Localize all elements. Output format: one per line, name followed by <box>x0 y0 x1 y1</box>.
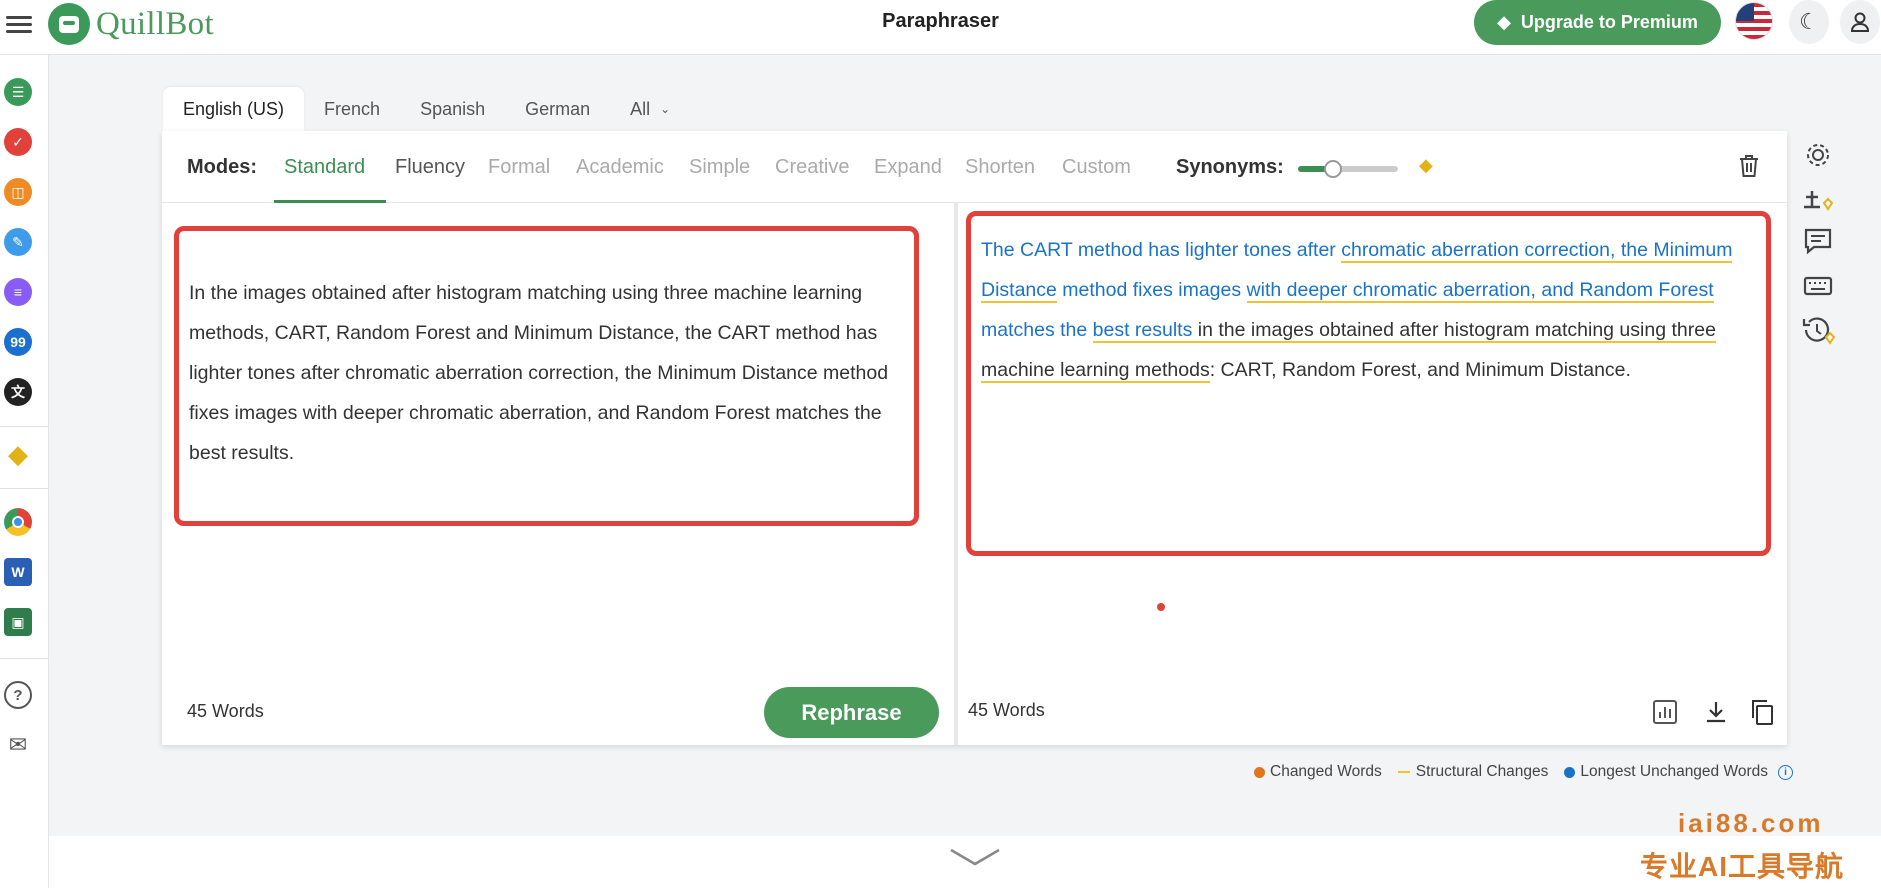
chevron-down-icon[interactable] <box>949 846 1001 870</box>
plagiarism-checker-icon[interactable]: ◫ <box>4 178 32 206</box>
menu-icon[interactable] <box>6 12 32 34</box>
moon-icon: ☾ <box>1799 9 1819 34</box>
feedback-icon[interactable] <box>1800 223 1836 259</box>
legend-structural-changes: Structural Changes <box>1397 763 1549 781</box>
output-segment[interactable]: with deeper chromatic aberration, and Ra… <box>1246 279 1714 303</box>
yellow-line-icon <box>1397 771 1410 773</box>
word-addin-icon[interactable]: W <box>4 558 32 586</box>
account-button[interactable] <box>1840 0 1880 44</box>
mode-simple[interactable]: Simple <box>689 156 750 179</box>
watermark-url: iai88.com <box>1678 808 1824 838</box>
brand-name: QuillBot <box>96 5 214 42</box>
summarizer-icon[interactable]: ≡ <box>4 278 32 306</box>
upgrade-label: Upgrade to Premium <box>1520 12 1698 32</box>
output-segment[interactable]: : CART, Random Forest, and Minimum Dista… <box>1210 359 1631 381</box>
keyboard-icon[interactable] <box>1800 268 1836 304</box>
mode-formal[interactable]: Formal <box>488 156 550 179</box>
all-languages-label: All <box>630 98 651 119</box>
mode-academic[interactable]: Academic <box>576 156 664 179</box>
upgrade-to-premium-button[interactable]: ◆ Upgrade to Premium <box>1474 0 1721 45</box>
output-segment[interactable]: The CART method has lighter tones after <box>981 239 1341 261</box>
output-segment[interactable]: method fixes images <box>1057 279 1247 301</box>
statistics-icon[interactable] <box>1651 698 1679 726</box>
rail-divider <box>0 488 49 489</box>
desktop-app-icon[interactable]: ▣ <box>4 608 32 636</box>
info-icon[interactable]: i <box>1777 764 1793 780</box>
language-tabs: English (US) French Spanish German All ⌄ <box>163 87 690 131</box>
output-legend: Changed Words Structural Changes Longest… <box>1254 763 1793 781</box>
legend-structural-label: Structural Changes <box>1415 763 1549 780</box>
output-segment[interactable]: matches the <box>981 319 1093 341</box>
us-flag-icon[interactable] <box>1735 2 1773 40</box>
translator-icon[interactable]: 文 <box>4 378 32 406</box>
rephrase-button[interactable]: Rephrase <box>764 687 939 738</box>
chevron-down-icon: ⌄ <box>660 102 671 116</box>
history-icon[interactable] <box>1800 313 1836 349</box>
tab-english-us[interactable]: English (US) <box>163 87 305 131</box>
blue-dot-icon <box>1564 766 1576 778</box>
tab-german[interactable]: German <box>505 87 610 131</box>
mode-fluency[interactable]: Fluency <box>395 156 465 179</box>
mail-icon[interactable]: ✉ <box>4 731 32 759</box>
grammar-checker-icon[interactable]: ✓ <box>4 128 32 156</box>
chrome-extension-icon[interactable] <box>4 508 32 536</box>
legend-longest-unchanged: Longest Unchanged Words <box>1564 763 1768 781</box>
dark-mode-toggle[interactable]: ☾ <box>1789 0 1829 44</box>
premium-diamond-icon[interactable]: ◆ <box>4 439 32 469</box>
paraphraser-icon[interactable]: ☰ <box>4 78 32 106</box>
settings-icon[interactable] <box>1800 137 1836 173</box>
rail-divider <box>0 426 49 427</box>
annotation-dot <box>1157 603 1165 611</box>
quillbot-logo-icon <box>48 3 90 45</box>
citation-generator-icon[interactable]: 99 <box>4 328 32 356</box>
mode-shorten[interactable]: Shorten <box>965 156 1035 179</box>
help-icon[interactable]: ? <box>4 681 32 709</box>
input-text-area[interactable]: In the images obtained after histogram m… <box>174 226 919 526</box>
output-word-count: 45 Words <box>968 700 1045 720</box>
user-icon <box>1850 12 1870 32</box>
input-word-count: 45 Words <box>187 701 264 721</box>
rail-divider <box>0 658 49 659</box>
tab-all-languages[interactable]: All ⌄ <box>610 87 690 131</box>
diamond-icon: ◆ <box>1497 12 1511 32</box>
tab-spanish[interactable]: Spanish <box>400 87 505 131</box>
left-tool-rail: ☰ ✓ ◫ ✎ ≡ 99 文 ◆ W ▣ ? ✉ <box>0 55 49 888</box>
mode-custom[interactable]: Custom <box>1062 156 1131 179</box>
download-icon[interactable] <box>1702 698 1730 726</box>
compare-modes-icon[interactable] <box>1800 183 1836 219</box>
top-header: QuillBot Paraphraser ◆ Upgrade to Premiu… <box>0 0 1881 55</box>
legend-unchanged-label: Longest Unchanged Words <box>1580 763 1768 780</box>
mode-creative[interactable]: Creative <box>775 156 849 179</box>
modes-bar: Modes: Standard Fluency Formal Academic … <box>162 131 1787 203</box>
mode-expand[interactable]: Expand <box>874 156 942 179</box>
output-text-area[interactable]: The CART method has lighter tones after … <box>966 211 1771 556</box>
output-segment[interactable]: best results <box>1092 319 1193 343</box>
synonyms-label: Synonyms: <box>1176 156 1284 178</box>
watermark-tagline: 专业AI工具导航 <box>1640 851 1845 882</box>
legend-changed-label: Changed Words <box>1270 763 1382 780</box>
tab-french[interactable]: French <box>304 87 400 131</box>
active-mode-underline <box>274 200 386 203</box>
panel-divider[interactable] <box>954 203 958 745</box>
paraphraser-card: Modes: Standard Fluency Formal Academic … <box>162 131 1787 745</box>
legend-changed-words: Changed Words <box>1254 763 1382 781</box>
trash-icon[interactable] <box>1738 153 1760 179</box>
quillbot-logo[interactable]: QuillBot <box>48 2 214 46</box>
mode-standard[interactable]: Standard <box>284 156 365 179</box>
orange-dot-icon <box>1254 766 1265 778</box>
synonyms-slider-handle[interactable] <box>1324 160 1342 178</box>
synonyms-slider[interactable] <box>1298 160 1398 178</box>
modes-label: Modes: <box>187 156 257 178</box>
premium-diamond-icon: ◆ <box>1419 155 1433 175</box>
co-writer-icon[interactable]: ✎ <box>4 228 32 256</box>
copy-icon[interactable] <box>1748 698 1776 726</box>
